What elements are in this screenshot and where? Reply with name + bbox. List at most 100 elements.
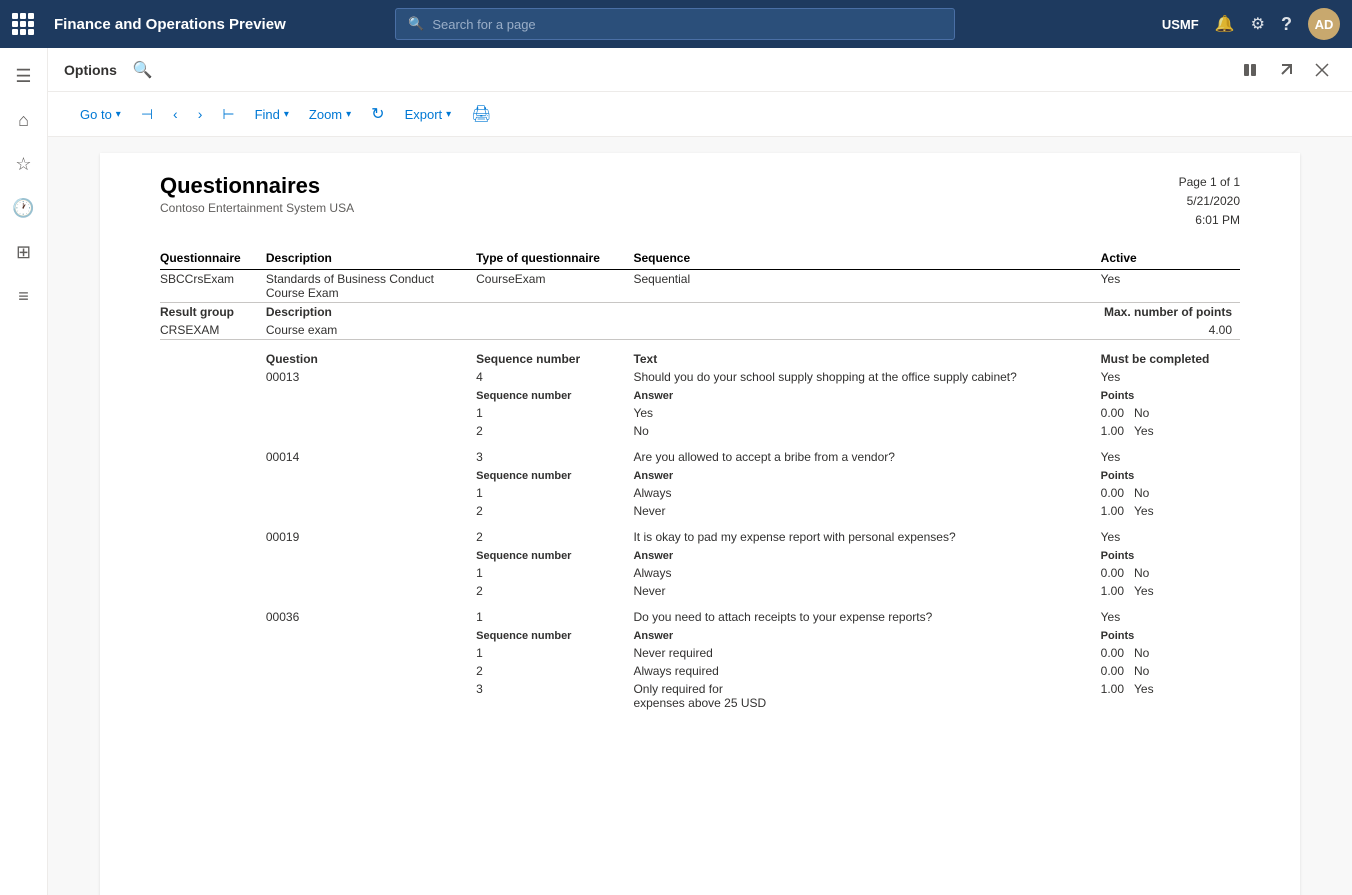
sidebar-favorites-icon[interactable]: ☆ bbox=[4, 144, 44, 184]
print-button[interactable]: 🖨 bbox=[463, 100, 499, 128]
q-col-text: Text bbox=[633, 339, 1100, 368]
app-grid-icon[interactable] bbox=[12, 13, 34, 35]
ans-seq-00019-1: 1 bbox=[476, 564, 633, 582]
refresh-button[interactable]: ↻ bbox=[363, 100, 392, 128]
ans-points-00036-1: 0.00 No bbox=[1101, 644, 1240, 662]
answer-row-00013-2: 2 No 1.00 Yes bbox=[160, 422, 1240, 440]
ans-text-00036-2: Always required bbox=[633, 662, 1100, 680]
close-actions bbox=[1236, 56, 1336, 84]
report-area: Go to ▾ ⊣ ‹ › ⊢ Find ▾ Zoom ▾ ↻ Export bbox=[48, 92, 1352, 895]
question-must-00014: Yes bbox=[1101, 440, 1240, 466]
export-label: Export bbox=[405, 107, 443, 122]
goto-label: Go to bbox=[80, 107, 112, 122]
question-row-00036: 00036 1 Do you need to attach receipts t… bbox=[160, 600, 1240, 626]
answer-row-00036-1: 1 Never required 0.00 No bbox=[160, 644, 1240, 662]
report-content: Questionnaires Contoso Entertainment Sys… bbox=[100, 153, 1300, 895]
sidebar-workspaces-icon[interactable]: ⊞ bbox=[4, 232, 44, 272]
answer-row-00036-2: 2 Always required 0.00 No bbox=[160, 662, 1240, 680]
table-header-row: Questionnaire Description Type of questi… bbox=[160, 247, 1240, 270]
notification-icon[interactable]: 🔔 bbox=[1215, 14, 1235, 34]
ans-text-00036-3: Only required forexpenses above 25 USD bbox=[633, 680, 1100, 712]
ans-seq-00036-3: 3 bbox=[476, 680, 633, 712]
ans-points-00013-2: 1.00 Yes bbox=[1101, 422, 1240, 440]
ah-answer-00019: Answer bbox=[633, 546, 1100, 564]
sidebar-menu-icon[interactable]: ☰ bbox=[4, 56, 44, 96]
find-button[interactable]: Find ▾ bbox=[247, 103, 297, 126]
popout-icon[interactable] bbox=[1272, 56, 1300, 84]
options-search-icon[interactable]: 🔍 bbox=[133, 60, 153, 80]
ah-seq-00019: Sequence number bbox=[476, 546, 633, 564]
answer-row-00036-3: 3 Only required forexpenses above 25 USD… bbox=[160, 680, 1240, 712]
answer-row-00019-2: 2 Never 1.00 Yes bbox=[160, 582, 1240, 600]
ans-seq-00019-2: 2 bbox=[476, 582, 633, 600]
answer-row-00013-1: 1 Yes 0.00 No bbox=[160, 404, 1240, 422]
company-label: USMF bbox=[1162, 17, 1199, 32]
ah-points-00036: Points bbox=[1101, 626, 1240, 644]
ah-answer-00014: Answer bbox=[633, 466, 1100, 484]
ans-seq-00014-2: 2 bbox=[476, 502, 633, 520]
report-title: Questionnaires bbox=[160, 173, 354, 199]
sidebar-home-icon[interactable]: ⌂ bbox=[4, 100, 44, 140]
questionnaire-id: SBCCrsExam bbox=[160, 269, 266, 302]
question-seq-00019: 2 bbox=[476, 520, 633, 546]
question-row-00013: 00013 4 Should you do your school supply… bbox=[160, 368, 1240, 386]
question-header-row: Question Sequence number Text Must be co… bbox=[160, 339, 1240, 368]
ans-text-00013-1: Yes bbox=[633, 404, 1100, 422]
ans-text-00019-1: Always bbox=[633, 564, 1100, 582]
zoom-chevron: ▾ bbox=[346, 109, 351, 120]
settings-icon[interactable]: ⚙ bbox=[1251, 14, 1265, 34]
ah-points-00014: Points bbox=[1101, 466, 1240, 484]
zoom-button[interactable]: Zoom ▾ bbox=[301, 103, 359, 126]
sidebar-recent-icon[interactable]: 🕐 bbox=[4, 188, 44, 228]
collapse-icon[interactable] bbox=[1236, 56, 1264, 84]
next-button[interactable]: › bbox=[190, 102, 211, 126]
ans-seq-00014-1: 1 bbox=[476, 484, 633, 502]
q-col-seq: Sequence number bbox=[476, 339, 633, 368]
ah-seq-00036: Sequence number bbox=[476, 626, 633, 644]
questionnaire-type: CourseExam bbox=[476, 269, 633, 302]
ah-seq-00014: Sequence number bbox=[476, 466, 633, 484]
rg-max-points: 4.00 bbox=[476, 321, 1240, 340]
user-avatar[interactable]: AD bbox=[1308, 8, 1340, 40]
ah-points-00019: Points bbox=[1101, 546, 1240, 564]
questionnaire-active: Yes bbox=[1101, 269, 1240, 302]
sidebar-modules-icon[interactable]: ≡ bbox=[4, 276, 44, 316]
answer-header-00036: Sequence number Answer Points bbox=[160, 626, 1240, 644]
table-row: SBCCrsExam Standards of Business Conduct… bbox=[160, 269, 1240, 302]
goto-button[interactable]: Go to ▾ bbox=[72, 103, 129, 126]
ans-seq-00013-2: 2 bbox=[476, 422, 633, 440]
prev-first-button[interactable]: ⊣ bbox=[133, 102, 161, 127]
ans-text-00013-2: No bbox=[633, 422, 1100, 440]
report-date: 5/21/2020 bbox=[1179, 192, 1240, 211]
ans-points-00019-1: 0.00 No bbox=[1101, 564, 1240, 582]
prev-button[interactable]: ‹ bbox=[165, 102, 186, 126]
rg-col-description: Description bbox=[266, 302, 476, 321]
question-id-00036: 00036 bbox=[266, 600, 476, 626]
help-icon[interactable]: ? bbox=[1281, 14, 1292, 35]
ans-points-00036-3: 1.00 Yes bbox=[1101, 680, 1240, 712]
content-area: Options 🔍 bbox=[48, 48, 1352, 895]
top-nav: Finance and Operations Preview 🔍 Search … bbox=[0, 0, 1352, 48]
ans-text-00036-1: Never required bbox=[633, 644, 1100, 662]
report-meta: Page 1 of 1 5/21/2020 6:01 PM bbox=[1179, 173, 1240, 231]
questionnaire-sequence: Sequential bbox=[633, 269, 1100, 302]
question-id-00013: 00013 bbox=[266, 368, 476, 386]
report-title-block: Questionnaires Contoso Entertainment Sys… bbox=[160, 173, 354, 215]
question-id-00019: 00019 bbox=[266, 520, 476, 546]
col-questionnaire: Questionnaire bbox=[160, 247, 266, 270]
ans-text-00014-2: Never bbox=[633, 502, 1100, 520]
report-subtitle: Contoso Entertainment System USA bbox=[160, 201, 354, 215]
options-title: Options bbox=[64, 62, 117, 78]
question-seq-00036: 1 bbox=[476, 600, 633, 626]
question-text-00036: Do you need to attach receipts to your e… bbox=[633, 600, 1100, 626]
next-last-button[interactable]: ⊢ bbox=[214, 102, 242, 127]
ah-answer-00013: Answer bbox=[633, 386, 1100, 404]
main-layout: ☰ ⌂ ☆ 🕐 ⊞ ≡ Options 🔍 bbox=[0, 48, 1352, 895]
ans-text-00014-1: Always bbox=[633, 484, 1100, 502]
ans-points-00036-2: 0.00 No bbox=[1101, 662, 1240, 680]
question-row-00014: 00014 3 Are you allowed to accept a brib… bbox=[160, 440, 1240, 466]
close-icon[interactable] bbox=[1308, 56, 1336, 84]
search-bar[interactable]: 🔍 Search for a page bbox=[395, 8, 955, 40]
export-button[interactable]: Export ▾ bbox=[397, 103, 460, 126]
ah-answer-00036: Answer bbox=[633, 626, 1100, 644]
